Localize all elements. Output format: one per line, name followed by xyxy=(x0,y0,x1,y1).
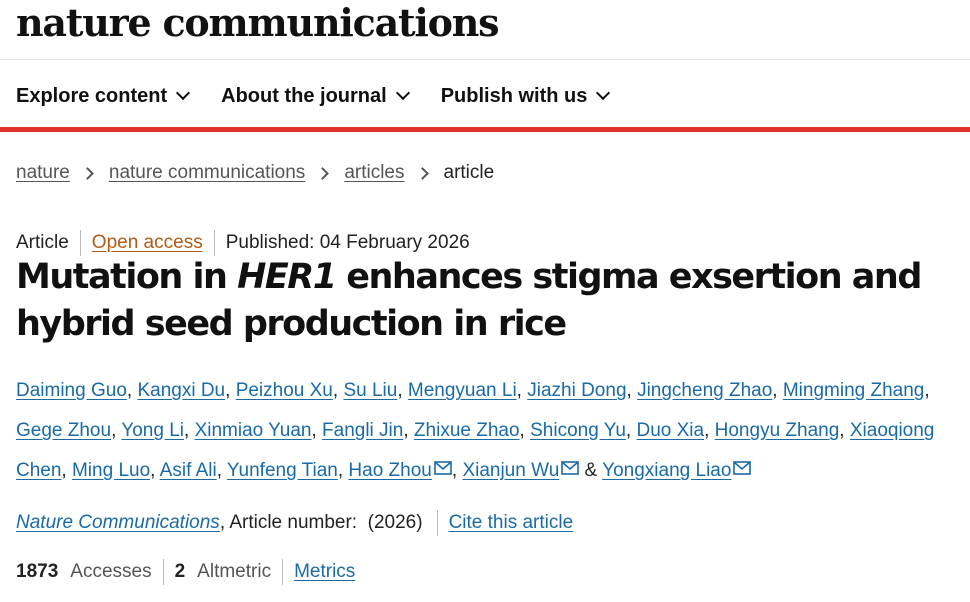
nav-accent-bar xyxy=(0,127,970,132)
article-number: , Article number: (2026) xyxy=(219,512,423,533)
citation-line: Nature Communications , Article number: … xyxy=(16,510,573,536)
chevron-down-icon xyxy=(395,85,410,101)
open-access-link[interactable]: Open access xyxy=(92,232,203,254)
header-divider xyxy=(0,59,970,60)
mail-icon[interactable] xyxy=(434,461,452,475)
author-list: Daiming Guo, Kangxi Du, Peizhou Xu, Su L… xyxy=(16,380,935,481)
breadcrumb: nature nature communications articles ar… xyxy=(16,160,494,186)
breadcrumb-articles[interactable]: articles xyxy=(344,162,404,184)
chevron-right-icon xyxy=(81,166,94,180)
meta-divider xyxy=(79,230,81,256)
meta-divider xyxy=(213,230,215,256)
author-link[interactable]: Kangxi Du xyxy=(137,380,225,401)
journal-link[interactable]: Nature Communications xyxy=(16,512,220,534)
altmetric-score: 2 xyxy=(174,561,186,582)
author-link[interactable]: Fangli Jin xyxy=(322,420,403,441)
breadcrumb-nature[interactable]: nature xyxy=(16,162,70,184)
chevron-down-icon xyxy=(176,85,191,101)
author-link[interactable]: Xianjun Wu xyxy=(462,460,559,481)
mail-icon[interactable] xyxy=(561,461,580,475)
article-type: Article xyxy=(16,232,69,253)
author-link[interactable]: Hao Zhou xyxy=(348,460,431,481)
nav-about-the-journal[interactable]: About the journal xyxy=(221,84,410,108)
chevron-right-icon xyxy=(316,166,330,180)
author-link[interactable]: Xinmiao Yuan xyxy=(195,420,312,441)
journal-logo[interactable]: nature communications xyxy=(16,0,500,46)
article-title: Mutation in HER1 enhances stigma exserti… xyxy=(16,254,946,348)
metrics-bar: 1873 Accesses 2 Altmetric Metrics xyxy=(16,559,355,585)
author-link[interactable]: Duo Xia xyxy=(636,420,704,441)
nav-publish-with-us-label: Publish with us xyxy=(440,84,588,107)
accesses-label: Accesses xyxy=(70,561,152,582)
author-link[interactable]: Yunfeng Tian xyxy=(227,460,338,481)
title-part-1: Mutation in xyxy=(16,257,238,297)
author-link[interactable]: Shicong Yu xyxy=(530,420,626,441)
article-meta: Article Open access Published: 04 Februa… xyxy=(16,230,470,256)
main-nav: Explore content About the journal Publis… xyxy=(16,82,641,110)
author-link[interactable]: Yongxiang Liao xyxy=(602,460,731,481)
author-link[interactable]: Jiazhi Dong xyxy=(527,380,626,401)
author-link[interactable]: Mengyuan Li xyxy=(408,380,517,401)
author-link[interactable]: Zhixue Zhao xyxy=(414,420,520,441)
author-link[interactable]: Daiming Guo xyxy=(16,380,127,401)
chevron-right-icon xyxy=(415,166,429,180)
metrics-divider xyxy=(162,559,164,585)
published-date: Published: 04 February 2026 xyxy=(225,232,470,253)
breadcrumb-current: article xyxy=(443,162,495,183)
author-link[interactable]: Jingcheng Zhao xyxy=(637,380,772,401)
author-link[interactable]: Peizhou Xu xyxy=(236,380,333,401)
cite-this-article-link[interactable]: Cite this article xyxy=(449,512,574,534)
author-link[interactable]: Hongyu Zhang xyxy=(715,420,840,441)
breadcrumb-nature-communications[interactable]: nature communications xyxy=(109,162,305,184)
author-link[interactable]: Yong Li xyxy=(121,420,184,441)
nav-explore-content-label: Explore content xyxy=(16,84,168,107)
nav-publish-with-us[interactable]: Publish with us xyxy=(440,84,611,108)
citation-divider xyxy=(436,510,438,536)
author-link[interactable]: Ming Luo xyxy=(72,460,150,481)
altmetric-label: Altmetric xyxy=(197,561,272,582)
metrics-divider xyxy=(282,559,284,585)
accesses-count: 1873 xyxy=(16,561,59,582)
metrics-link[interactable]: Metrics xyxy=(294,561,355,583)
chevron-down-icon xyxy=(596,85,611,101)
author-link[interactable]: Asif Ali xyxy=(160,460,217,481)
author-link[interactable]: Su Liu xyxy=(343,380,397,401)
title-gene: HER1 xyxy=(237,257,337,297)
author-link[interactable]: Gege Zhou xyxy=(16,420,111,441)
author-and: & xyxy=(584,460,598,481)
author-link[interactable]: Mingming Zhang xyxy=(783,380,925,401)
nav-explore-content[interactable]: Explore content xyxy=(16,84,191,108)
mail-icon[interactable] xyxy=(733,461,752,475)
nav-about-the-journal-label: About the journal xyxy=(221,84,387,107)
